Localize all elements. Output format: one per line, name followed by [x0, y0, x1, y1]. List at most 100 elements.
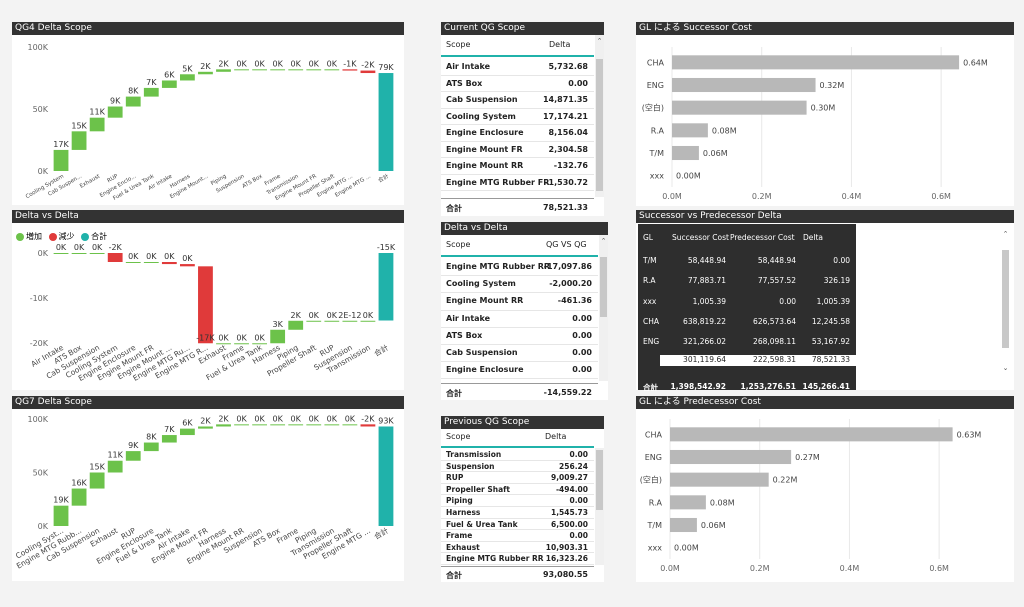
table-row[interactable]: Cab Suspension 14,871.35 [441, 92, 594, 109]
scroll-up-icon[interactable]: ⌃ [595, 37, 604, 45]
waterfall-bar[interactable] [179, 74, 195, 81]
bar[interactable] [672, 55, 960, 70]
waterfall-bar[interactable] [107, 106, 123, 118]
table-row[interactable]: Air Intake 0.00 [441, 311, 598, 328]
table-row[interactable]: Engine MTG Rubber RR 16,323.26 [441, 553, 594, 565]
waterfall-bar[interactable] [198, 426, 213, 429]
col-header-scope[interactable]: Scope [446, 40, 470, 49]
table-row[interactable]: Engine Mount RR -461.36 [441, 293, 598, 311]
table-row[interactable]: Cab Suspension 0.00 [441, 345, 598, 363]
waterfall-bar[interactable] [270, 329, 286, 344]
table-row[interactable]: Engine Mount RR -132.76 [441, 158, 594, 175]
waterfall-bar[interactable] [288, 320, 304, 330]
table-row[interactable]: Air Intake 5,732.68 [441, 59, 594, 76]
table-row[interactable]: Engine Enclosure 0.00 [441, 362, 598, 380]
waterfall-bar[interactable] [179, 428, 195, 436]
waterfall-bar[interactable] [125, 262, 141, 263]
scroll-thumb[interactable] [596, 450, 603, 510]
waterfall-bar[interactable] [71, 488, 87, 506]
table-row[interactable]: Suspension 256.24 [441, 461, 594, 473]
waterfall-bar[interactable] [125, 96, 141, 107]
col-header[interactable]: Successor Cost [672, 224, 729, 251]
table-row[interactable]: Fuel & Urea Tank 6,500.00 [441, 519, 594, 531]
waterfall-bar[interactable] [270, 424, 286, 426]
table-row[interactable]: Engine Enclosure 8,156.04 [441, 125, 594, 142]
waterfall-bar[interactable] [53, 149, 69, 171]
waterfall-bar[interactable] [107, 253, 123, 262]
bar[interactable] [672, 77, 816, 93]
table-row[interactable]: Cooling System -2,000.20 [441, 276, 598, 294]
waterfall-bar[interactable] [252, 424, 268, 426]
waterfall-bar[interactable] [216, 424, 231, 427]
table-row[interactable]: Exhaust 10,903.31 [441, 542, 594, 554]
waterfall-bar[interactable] [306, 424, 322, 426]
table-row[interactable]: Harness 1,545.73 [441, 507, 594, 519]
legend-total[interactable]: 合計 [81, 232, 107, 241]
waterfall-bar[interactable] [234, 69, 249, 71]
vertical-scrollbar[interactable]: ⌃ [599, 235, 608, 381]
bar[interactable] [670, 517, 697, 533]
bar[interactable] [670, 495, 706, 510]
scroll-up-icon[interactable]: ⌃ [599, 237, 608, 245]
vertical-scrollbar[interactable] [595, 448, 604, 565]
scroll-up-icon[interactable]: ⌃ [1001, 230, 1010, 238]
scroll-down-icon[interactable]: ⌄ [1001, 364, 1010, 372]
scroll-thumb[interactable] [1002, 250, 1009, 348]
waterfall-bar[interactable] [234, 424, 249, 426]
bar[interactable] [670, 449, 792, 465]
col-header-delta[interactable]: Delta [549, 40, 570, 49]
bar[interactable] [672, 100, 807, 115]
waterfall-bar[interactable] [89, 472, 105, 489]
waterfall-bar[interactable] [270, 69, 286, 71]
table-row[interactable]: Piping 0.00 [441, 495, 594, 507]
waterfall-bar[interactable] [71, 131, 87, 150]
col-header[interactable]: Delta [803, 224, 823, 251]
waterfall-bar[interactable] [143, 87, 159, 97]
bar[interactable] [672, 123, 708, 138]
waterfall-bar[interactable] [342, 424, 358, 426]
waterfall-bar[interactable] [89, 117, 105, 132]
table-row[interactable]: Transmission 0.00 [441, 449, 594, 461]
vertical-scrollbar[interactable]: ⌃ ⌄ [1001, 228, 1010, 378]
bar[interactable] [672, 145, 699, 161]
waterfall-bar[interactable] [71, 253, 87, 254]
table-row[interactable]: ATS Box 0.00 [441, 328, 598, 345]
waterfall-bar[interactable] [378, 426, 394, 526]
table-row[interactable]: ATS Box 0.00 [441, 76, 594, 92]
waterfall-bar[interactable] [252, 69, 268, 71]
vertical-scrollbar[interactable]: ⌃ [595, 35, 604, 197]
col-header[interactable]: GL [643, 224, 653, 251]
table-row[interactable]: Frame 0.00 [441, 530, 594, 542]
table-row[interactable]: Cooling System 17,174.21 [441, 109, 594, 125]
col-header-scope[interactable]: Scope [446, 432, 470, 441]
waterfall-bar[interactable] [360, 320, 376, 322]
col-header-scope[interactable]: Scope [446, 240, 470, 249]
waterfall-bar[interactable] [306, 69, 322, 71]
waterfall-bar[interactable] [288, 69, 304, 71]
bar[interactable] [670, 427, 953, 442]
waterfall-bar[interactable] [89, 253, 105, 254]
waterfall-bar[interactable] [216, 69, 231, 72]
legend-decrease[interactable]: 減少 [48, 232, 75, 241]
waterfall-bar[interactable] [360, 424, 376, 427]
waterfall-bar[interactable] [125, 451, 141, 461]
table-row[interactable]: Engine MTG Rubber FR -1,530.72 [441, 175, 594, 191]
waterfall-bar[interactable] [324, 320, 340, 322]
waterfall-bar[interactable] [288, 424, 304, 426]
bar[interactable] [670, 472, 769, 487]
scroll-thumb[interactable] [600, 257, 607, 317]
waterfall-bar[interactable] [107, 460, 123, 473]
waterfall-bar[interactable] [378, 73, 394, 171]
table-row[interactable]: Engine Mount FR 2,304.58 [441, 142, 594, 158]
waterfall-bar[interactable] [179, 264, 195, 267]
table-row[interactable]: RUP 9,009.27 [441, 472, 594, 484]
waterfall-bar[interactable] [143, 262, 159, 263]
waterfall-bar[interactable] [324, 424, 340, 426]
waterfall-bar[interactable] [161, 262, 177, 265]
col-header-delta[interactable]: Delta [545, 432, 566, 441]
table-row[interactable]: Propeller Shaft -494.00 [441, 484, 594, 496]
waterfall-bar[interactable] [53, 505, 69, 526]
waterfall-bar[interactable] [161, 435, 177, 443]
table-row[interactable]: Engine MTG Rubber RR -17,097.86 [441, 259, 598, 277]
waterfall-bar[interactable] [143, 442, 159, 452]
